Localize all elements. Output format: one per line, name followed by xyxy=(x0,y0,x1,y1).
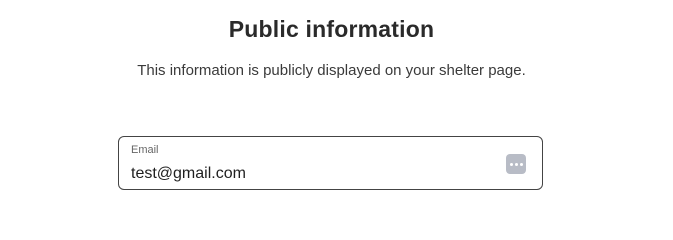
section-title: Public information xyxy=(228,16,435,42)
email-field-label: Email xyxy=(131,144,159,156)
section-subtitle: This information is publicly displayed o… xyxy=(137,62,526,79)
password-manager-dots-icon[interactable] xyxy=(506,154,526,174)
email-field[interactable]: Email xyxy=(118,136,543,190)
dot xyxy=(514,162,518,166)
dot xyxy=(519,162,523,166)
dot xyxy=(509,162,513,166)
email-input[interactable] xyxy=(131,163,491,185)
